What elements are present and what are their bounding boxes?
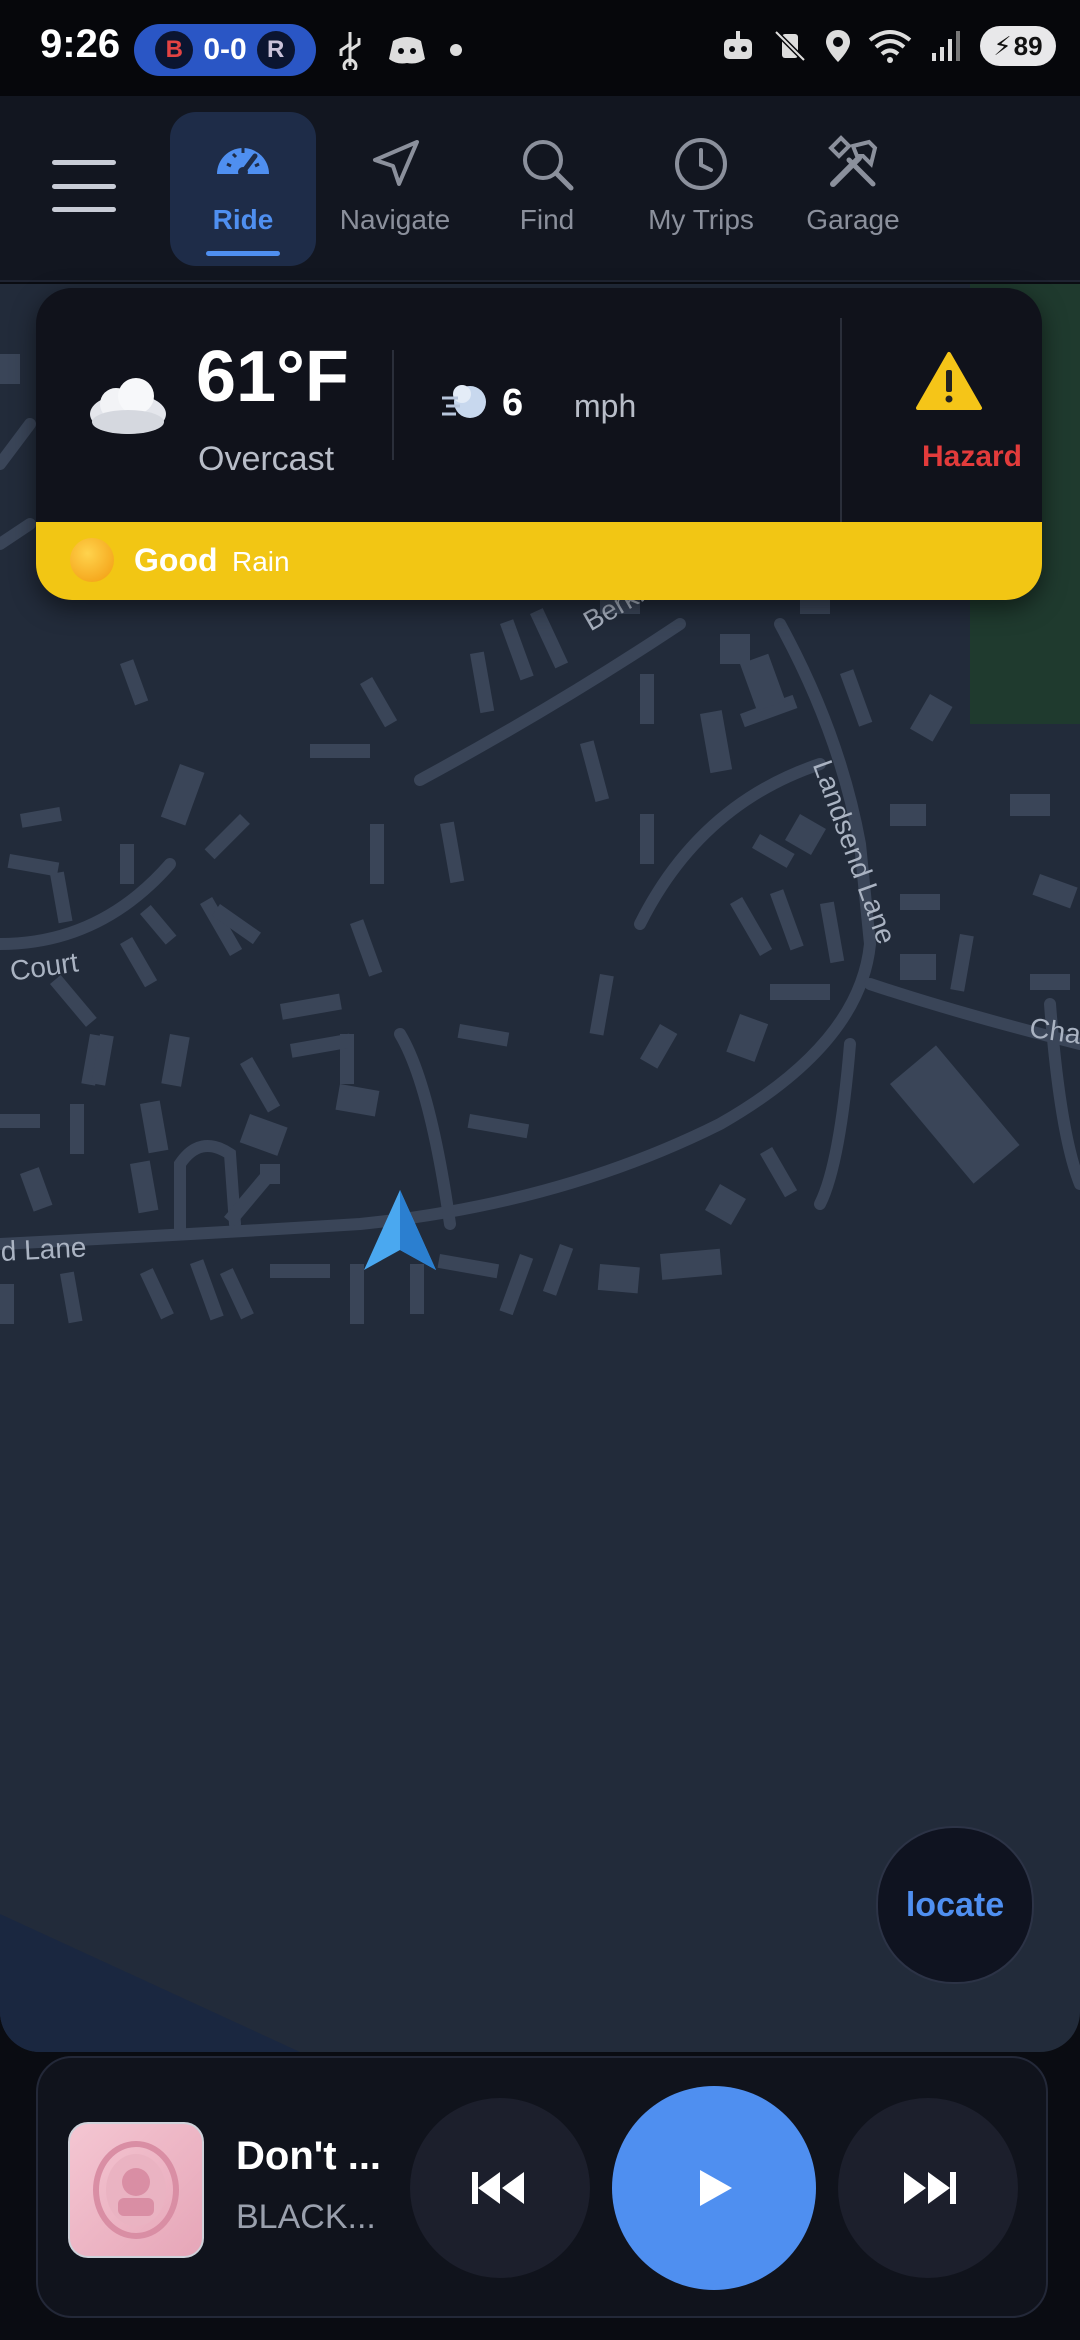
wind-speed: 6 [502, 382, 524, 424]
play-icon [700, 2170, 732, 2206]
divider [840, 318, 842, 522]
dot-icon [450, 44, 462, 56]
tools-icon [828, 135, 878, 187]
tab-navigate[interactable]: Navigate [322, 112, 468, 266]
wind-icon [442, 385, 486, 418]
divider [392, 350, 394, 460]
navigation-arrow-icon [373, 140, 419, 186]
top-navigation: Ride Navigate Find My Trips Garage [0, 96, 1080, 282]
vibrate-mute-icon [774, 30, 806, 62]
battery-indicator: ⚡ 89 [980, 26, 1056, 66]
notification-icons [335, 30, 463, 70]
ride-rating: Good [134, 542, 218, 578]
previous-track-button[interactable] [410, 2098, 590, 2278]
track-title: Don't ... [236, 2134, 382, 2178]
album-art[interactable] [68, 2122, 204, 2258]
speedometer-icon [217, 148, 269, 177]
temperature: 61°F [196, 337, 349, 417]
ride-conditions-bar: Good Rain [36, 522, 1042, 600]
clock: 9:26 [40, 22, 121, 66]
hazard-button[interactable]: Hazard [844, 288, 1042, 522]
tab-my-trips-label: My Trips [648, 204, 754, 235]
skip-next-icon [904, 2172, 956, 2204]
sun-icon [70, 538, 114, 582]
next-track-button[interactable] [838, 2098, 1018, 2278]
status-bar: 9:26 B 0-0 R ⚡ 89 [0, 0, 1080, 96]
live-score-pill[interactable]: B 0-0 R [134, 24, 316, 76]
play-button[interactable] [612, 2086, 816, 2290]
media-player: Don't ... BLACK... [36, 2056, 1048, 2318]
track-artist: BLACK... [236, 2198, 376, 2236]
tab-find[interactable]: Find [474, 112, 620, 266]
wind-unit: mph [574, 388, 637, 424]
tab-garage[interactable]: Garage [780, 112, 926, 266]
rockies-logo-icon: R [256, 31, 295, 69]
locate-button[interactable]: locate [876, 1826, 1034, 1984]
charging-bolt-icon: ⚡ [993, 30, 1012, 61]
clock-icon [675, 138, 727, 190]
hamburger-menu-icon[interactable] [52, 160, 116, 212]
precipitation-text: Rain [232, 546, 290, 577]
weather-summary: 61°F Overcast 6 mph Hazard [36, 288, 1042, 522]
album-art-image [93, 2141, 179, 2239]
robot-icon [724, 31, 752, 59]
tab-ride-label: Ride [212, 204, 274, 235]
weather-condition: Overcast [198, 440, 335, 478]
active-tab-indicator [206, 251, 280, 256]
tab-ride[interactable]: Ride [170, 112, 316, 266]
system-icons: ⚡ 89 [720, 26, 1056, 66]
hazard-label: Hazard [921, 440, 1023, 473]
cloud-icon [90, 378, 166, 434]
tab-find-label: Find [519, 204, 575, 235]
signal-icon [932, 31, 960, 61]
location-icon [826, 30, 850, 62]
tab-garage-label: Garage [806, 204, 900, 235]
red-sox-logo-icon: B [155, 31, 194, 69]
tab-my-trips[interactable]: My Trips [628, 112, 774, 266]
skip-previous-icon [472, 2172, 524, 2204]
warning-icon [916, 352, 982, 410]
discord-icon [389, 37, 425, 64]
search-icon [523, 140, 574, 191]
wifi-icon [868, 30, 912, 63]
usb-icon [339, 32, 361, 70]
street-label: d Lane [0, 1231, 88, 1267]
score-text: 0-0 [203, 33, 247, 66]
weather-card[interactable]: 61°F Overcast 6 mph Hazard Good Rain [36, 288, 1042, 600]
tab-navigate-label: Navigate [339, 204, 451, 235]
